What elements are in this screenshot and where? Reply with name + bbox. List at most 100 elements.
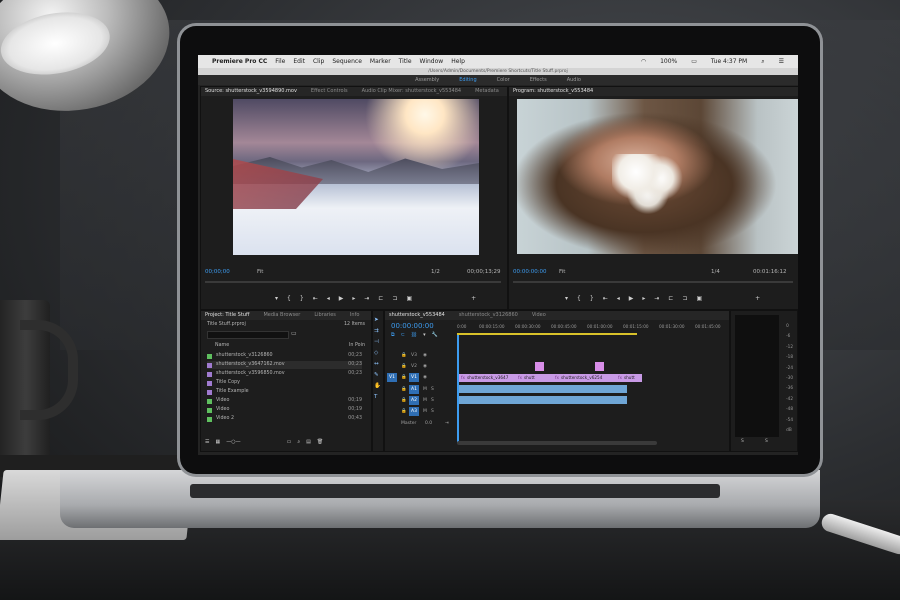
export-frame-icon[interactable]: ▣ [406,295,412,302]
menu-list-icon[interactable]: ☰ [779,58,784,65]
go-to-in-icon[interactable]: ⇤ [603,295,608,302]
list-item[interactable]: Video 00;19 [207,406,362,414]
workspace-editing[interactable]: Editing [459,75,476,85]
wifi-icon[interactable]: ◠ [641,58,646,65]
program-scrubber[interactable] [513,281,793,283]
track-master[interactable]: Master 0.0 ⇥ [385,419,455,428]
snap-icon[interactable]: ⊂ [401,332,405,338]
menu-window[interactable]: Window [420,58,444,65]
source-ratio[interactable]: 1/2 [431,269,440,275]
solo-button[interactable]: S [431,396,434,405]
hand-icon[interactable]: ✋ [374,381,381,392]
step-back-icon[interactable]: ◂ [617,295,620,302]
lock-icon[interactable]: 🔒 [401,362,407,371]
eye-icon[interactable]: ◉ [423,351,427,360]
selection-tool-icon[interactable]: ➤ [374,315,381,326]
lock-icon[interactable]: 🔒 [401,407,407,416]
list-item[interactable]: Title Copy [207,379,362,387]
source-fit-select[interactable]: Fit [257,269,263,275]
battery-icon[interactable]: ▭ [691,58,697,65]
video-clip[interactable]: fx shutt [616,374,642,382]
menu-marker[interactable]: Marker [370,58,391,65]
zoom-slider[interactable]: —○— [226,439,240,445]
track-v3[interactable]: 🔒 V3 ◉ [385,351,475,360]
tab-program[interactable]: Program: shutterstock_v553484 [513,87,593,96]
audio-clip[interactable] [459,396,627,404]
source-video-frame[interactable] [233,99,479,255]
add-button-icon[interactable]: + [755,295,760,302]
source-timecode-in[interactable]: 00;00;00 [205,269,230,275]
insert-icon[interactable]: ⊏ [378,295,383,302]
master-volume[interactable]: 0.0 [425,419,432,428]
mute-button[interactable]: M [423,396,427,405]
go-to-end-icon[interactable]: ⇥ [445,419,449,428]
ripple-edit-icon[interactable]: ⊣ [374,337,381,348]
add-marker-icon[interactable]: ▾ [275,295,278,302]
linked-selection-icon[interactable]: ⛓ [411,332,417,338]
lock-icon[interactable]: 🔒 [401,396,407,405]
title-clip[interactable] [595,362,604,371]
tab-sequence-1[interactable]: shutterstock_v553484 [389,311,445,320]
icon-view-icon[interactable]: ▦ [215,439,220,445]
video-clip[interactable]: fx shutterstock_v3647 [459,374,517,382]
app-name[interactable]: Premiere Pro CC [212,58,267,65]
tab-source[interactable]: Source: shutterstock_v3594890.mov [205,87,297,96]
mark-in-icon[interactable]: { [577,295,581,302]
menu-help[interactable]: Help [451,58,465,65]
tab-sequence-3[interactable]: Video [532,311,546,320]
program-timecode-in[interactable]: 00:00:00:00 [513,269,547,275]
new-bin-icon[interactable]: ▭ [291,330,297,337]
workspace-color[interactable]: Color [497,75,510,85]
type-icon[interactable]: T [374,392,381,403]
project-search-input[interactable] [207,331,289,339]
step-forward-icon[interactable]: ▸ [642,295,645,302]
add-marker-icon[interactable]: ▾ [565,295,568,302]
timeline-scrollbar[interactable] [457,441,657,445]
solo-button[interactable]: S [431,407,434,416]
lock-icon[interactable]: 🔒 [401,351,407,360]
add-button-icon[interactable]: + [471,295,476,302]
lock-icon[interactable]: 🔒 [401,373,407,382]
new-item-icon[interactable]: ▤ [306,439,311,445]
list-item[interactable]: Video 2 00;43 [207,415,362,423]
time-ruler[interactable]: 0:00 00:00:15:00 00:00:30:00 00:00:45:00… [457,322,727,336]
list-view-icon[interactable]: ☰ [205,439,209,445]
tab-info[interactable]: Info [350,311,359,320]
search-icon[interactable]: ⌕ [297,439,300,445]
export-frame-icon[interactable]: ▣ [696,295,702,302]
settings-icon[interactable]: 🔧 [432,332,438,338]
timeline-timecode[interactable]: 00:00:00:00 [391,322,434,330]
work-area-bar[interactable] [457,333,637,335]
video-clip[interactable]: fx shutt [516,374,554,382]
workspace-effects[interactable]: Effects [530,75,547,85]
list-item[interactable]: shutterstock_v3126860 00;23 [207,352,362,360]
tab-libraries[interactable]: Libraries [314,311,336,320]
search-icon[interactable]: ⌕ [761,58,764,66]
list-item[interactable]: Title Example [207,388,362,396]
list-item[interactable]: shutterstock_v3647162.mov 00;23 [207,361,362,369]
solo-right[interactable]: S [765,439,768,444]
workspace-assembly[interactable]: Assembly [415,75,439,85]
go-to-out-icon[interactable]: ⇥ [654,295,659,302]
mark-out-icon[interactable]: } [300,295,304,302]
lift-icon[interactable]: ⊏ [668,295,673,302]
tab-media-browser[interactable]: Media Browser [263,311,300,320]
tab-effect-controls[interactable]: Effect Controls [311,87,348,96]
razor-icon[interactable]: ◇ [374,348,381,359]
list-item[interactable]: shutterstock_v3596850.mov 00;23 [207,370,362,378]
menu-clip[interactable]: Clip [313,58,324,65]
track-v2[interactable]: 🔒 V2 ◉ [385,362,475,371]
program-fit-select[interactable]: Fit [559,269,565,275]
source-patch-v1[interactable]: V1 [387,373,397,382]
audio-clip[interactable] [459,385,627,393]
go-to-in-icon[interactable]: ⇤ [313,295,318,302]
program-ratio[interactable]: 1/4 [711,269,720,275]
menu-edit[interactable]: Edit [293,58,305,65]
tab-metadata[interactable]: Metadata [475,87,499,96]
list-item[interactable]: Video 00;19 [207,397,362,405]
play-icon[interactable]: ▶ [629,295,634,302]
workspace-audio[interactable]: Audio [567,75,581,85]
track-a3[interactable]: 🔒 A3 M S [385,407,475,416]
source-scrubber[interactable] [205,281,501,283]
video-clip[interactable]: fx shutterstock_v6254 [553,374,617,382]
